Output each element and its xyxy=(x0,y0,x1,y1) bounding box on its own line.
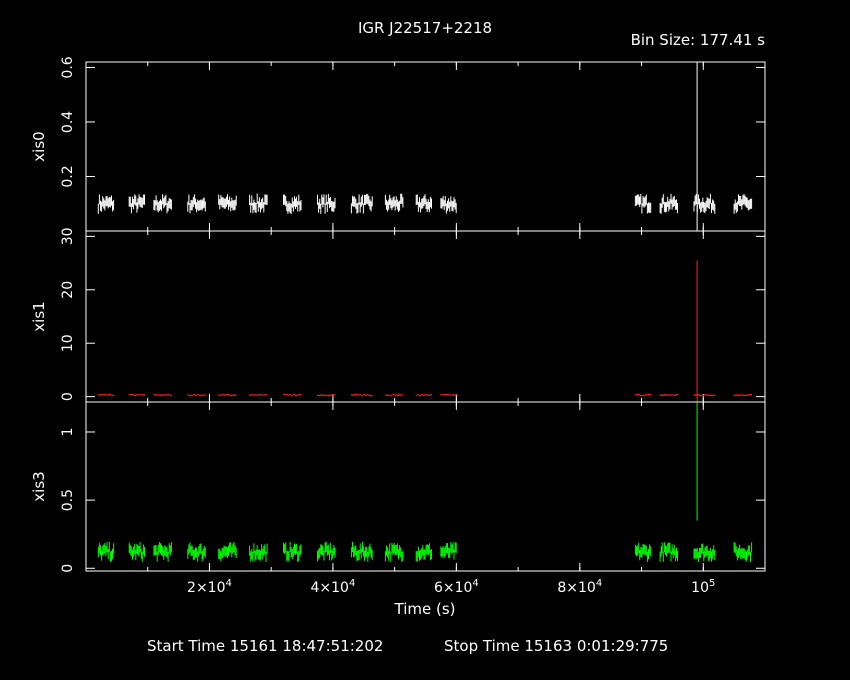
series-segment-xis0 xyxy=(415,194,432,213)
series-segment-xis0 xyxy=(128,194,145,214)
y-tick-label-xis1: 10 xyxy=(60,334,76,352)
series-segment-xis0 xyxy=(153,194,172,214)
series-segment-xis3 xyxy=(283,541,302,562)
x-axis-label: Time (s) xyxy=(394,600,456,618)
y-axis-label-xis0: xis0 xyxy=(30,131,48,161)
series-segment-xis1 xyxy=(350,393,373,397)
y-tick-label-xis0: 0.6 xyxy=(60,56,76,78)
y-tick-label-xis0: 0.2 xyxy=(60,165,76,187)
series-segment-xis1 xyxy=(384,393,404,397)
series-segment-xis3 xyxy=(634,542,652,562)
series-segment-xis0 xyxy=(218,194,237,212)
series-segment-xis3 xyxy=(187,542,206,562)
series-segment-xis3 xyxy=(415,543,432,562)
series-segment-xis0 xyxy=(634,194,652,214)
series-segment-xis1 xyxy=(249,393,268,397)
series-segment-xis3 xyxy=(153,542,172,562)
series-segment-xis0 xyxy=(440,196,457,214)
start-time-label: Start Time 15161 18:47:51:202 xyxy=(147,637,383,655)
x-tick-label: 8×104 xyxy=(557,578,602,596)
panels-group: 0.2 0.4 0.6 xis0 0 10 20 30 xis1 0 0.5 1 xis3 2×104 4×… xyxy=(30,56,766,596)
series-segment-xis3 xyxy=(733,542,753,562)
y-tick-label-xis1: 30 xyxy=(60,227,76,245)
series-segment-xis3 xyxy=(350,541,373,562)
lightcurve-figure: IGR J22517+2218 Bin Size: 177.41 s Time … xyxy=(0,0,850,680)
series-segment-xis3 xyxy=(249,543,268,562)
y-tick-label-xis3: 1 xyxy=(60,428,76,437)
series-segment-xis1 xyxy=(659,393,678,397)
series-segment-xis0 xyxy=(283,194,302,214)
stop-time-label: Stop Time 15163 0:01:29:775 xyxy=(444,637,668,655)
series-segment-xis3 xyxy=(218,542,237,562)
series-segment-xis1 xyxy=(634,393,652,397)
series-segment-xis1 xyxy=(153,393,172,397)
y-tick-label-xis0: 0.4 xyxy=(60,111,76,133)
x-tick-label: 105 xyxy=(691,578,715,596)
series-segment-xis0 xyxy=(350,193,373,214)
series-segment-xis3 xyxy=(128,542,145,562)
series-segment-xis1 xyxy=(415,393,432,397)
series-segment-xis3 xyxy=(317,541,336,562)
series-segment-xis0 xyxy=(733,194,753,214)
y-axis-label-xis1: xis1 xyxy=(30,301,48,331)
y-axis-label-xis3: xis3 xyxy=(30,471,48,501)
y-tick-label-xis3: 0.5 xyxy=(60,489,76,511)
bin-size-label: Bin Size: 177.41 s xyxy=(631,31,766,49)
series-segment-xis1 xyxy=(128,393,145,397)
series-segment-xis1 xyxy=(283,393,302,397)
series-segment-xis0 xyxy=(97,194,115,214)
panel-frame-xis3 xyxy=(85,401,766,572)
series-segment-xis3 xyxy=(440,542,457,560)
series-segment-xis3 xyxy=(384,542,404,562)
x-tick-label: 4×104 xyxy=(310,578,355,596)
series-segment-xis3 xyxy=(693,543,716,562)
series-segment-xis0 xyxy=(249,193,268,214)
panel-frame-xis1 xyxy=(85,230,766,403)
series-segment-xis1 xyxy=(97,393,115,397)
y-tick-label-xis1: 0 xyxy=(60,392,76,401)
series-segment-xis3 xyxy=(97,541,115,562)
x-tick-label: 2×104 xyxy=(187,578,232,596)
lightcurve-plot: IGR J22517+2218 Bin Size: 177.41 s Time … xyxy=(30,19,766,655)
series-segment-xis1 xyxy=(317,393,336,397)
series-segment-xis1 xyxy=(440,393,457,397)
series-segment-xis1 xyxy=(218,393,237,397)
series-segment-xis1 xyxy=(187,393,206,397)
series-segment-xis0 xyxy=(187,194,206,214)
y-tick-label-xis1: 20 xyxy=(60,281,76,299)
series-segment-xis1 xyxy=(733,393,753,397)
series-segment-xis0 xyxy=(659,193,678,214)
series-segment-xis0 xyxy=(317,193,336,214)
chart-title: IGR J22517+2218 xyxy=(358,19,492,37)
series-segment-xis3 xyxy=(659,542,678,562)
y-tick-label-xis3: 0 xyxy=(60,564,76,573)
x-tick-label: 6×104 xyxy=(434,578,479,596)
series-segment-xis0 xyxy=(384,193,404,212)
